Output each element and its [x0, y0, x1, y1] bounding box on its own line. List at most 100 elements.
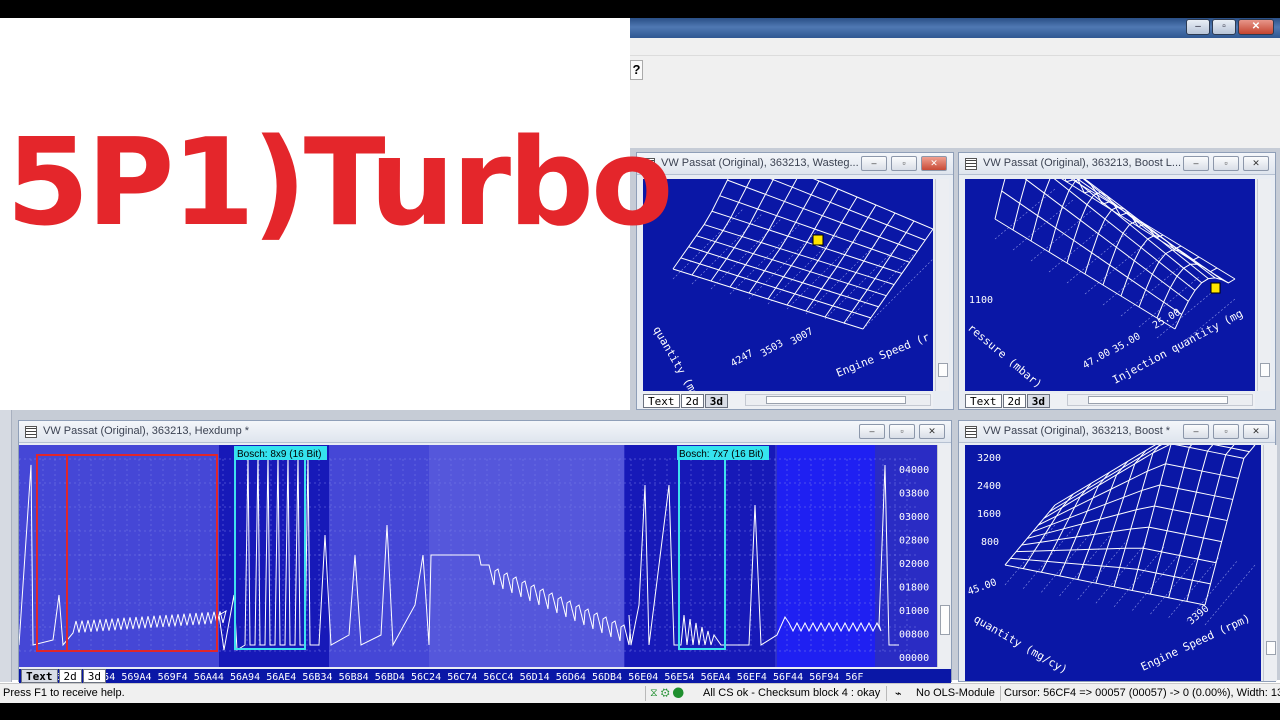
close-button[interactable]: ✕: [919, 424, 945, 439]
mesh-line: [1010, 557, 1211, 585]
axis-label-x: Engine Speed (r: [834, 330, 931, 379]
wastegate-titlebar[interactable]: VW Passat (Original), 363213, Wasteg... …: [637, 153, 953, 175]
app-close-button[interactable]: ✕: [1238, 19, 1274, 35]
boost-titlebar[interactable]: VW Passat (Original), 363213, Boost * – …: [959, 421, 1275, 443]
axis-tick: 3007: [789, 326, 815, 348]
tab-2d[interactable]: 2d: [58, 669, 82, 683]
vertical-scrollbar[interactable]: [937, 445, 951, 667]
address-label: 56E04: [628, 672, 658, 683]
vertical-scrollbar[interactable]: [935, 179, 949, 391]
hexdump-window[interactable]: VW Passat (Original), 363213, Hexdump * …: [18, 420, 952, 683]
mesh-line: [1004, 564, 1206, 606]
app-titlebar: – ▫ ✕: [630, 18, 1280, 38]
address-label: 56E54: [664, 672, 694, 683]
status-module: No OLS-Module: [916, 687, 995, 699]
axis-label-y: quantity (mg/cy): [972, 612, 1070, 676]
vertical-scrollbar[interactable]: [1263, 445, 1277, 681]
mesh-line: [770, 179, 926, 241]
close-button[interactable]: ✕: [1243, 424, 1269, 439]
y-tick-label: 01800: [899, 583, 929, 594]
restore-button[interactable]: ▫: [1213, 424, 1239, 439]
horizontal-scrollbar[interactable]: [745, 394, 931, 406]
status-bar: Press F1 to receive help. ⧖ ⚙ ⬤ All CS o…: [0, 683, 1280, 703]
address-label: 56A94: [230, 672, 260, 683]
base-gridline: [1095, 542, 1147, 604]
surface-mesh: [672, 179, 933, 330]
y-tick-label: 03800: [899, 489, 929, 500]
cursor-marker[interactable]: [812, 234, 824, 246]
address-label: 56F: [845, 672, 863, 683]
y-tick-label: 04000: [899, 465, 929, 476]
axis-label-y: ressure (mbar): [965, 321, 1044, 391]
status-cursor: Cursor: 56CF4 => 00057 (00057) -> 0 (0.0…: [1004, 687, 1280, 699]
minimize-button[interactable]: –: [1183, 156, 1209, 171]
boost-map-window[interactable]: VW Passat (Original), 363213, Boost * – …: [958, 420, 1277, 682]
base-gridline: [786, 238, 858, 310]
app-minimize-button[interactable]: –: [1186, 19, 1210, 35]
tab-2d[interactable]: 2d: [680, 394, 704, 408]
restore-button[interactable]: ▫: [891, 156, 917, 171]
z-tick: 800: [981, 537, 999, 548]
horizontal-scrollbar[interactable]: [1067, 394, 1253, 406]
hexdump-titlebar[interactable]: VW Passat (Original), 363213, Hexdump * …: [19, 421, 951, 443]
base-gridline: [1113, 546, 1165, 608]
address-label: 569A4: [121, 672, 151, 683]
boost-limit-3d-plot[interactable]: 1100 ressure (mbar) Injection quantity (…: [965, 179, 1255, 391]
tab-text[interactable]: Text: [965, 394, 1002, 408]
tab-3d[interactable]: 3d: [704, 394, 728, 408]
address-label: 56A44: [194, 672, 224, 683]
mesh-line: [1016, 547, 1217, 564]
axis-tick: 1100: [969, 295, 993, 306]
minimize-button[interactable]: –: [1183, 424, 1209, 439]
wastegate-3d-plot[interactable]: quantity (mg/cy) Engine Speed (r 4247 35…: [643, 179, 933, 391]
restore-button[interactable]: ▫: [1213, 156, 1239, 171]
status-checksum: All CS ok - Checksum block 4 : okay: [703, 687, 881, 699]
base-gridline: [1030, 210, 1092, 262]
tab-3d[interactable]: 3d: [82, 669, 106, 683]
address-label: 56F94: [809, 672, 839, 683]
video-title-overlay: 5P1)Turbo: [0, 18, 673, 410]
close-button[interactable]: ✕: [921, 156, 947, 171]
axis-tick: 4247: [729, 348, 755, 370]
mesh-line: [711, 210, 903, 274]
mesh-line: [1070, 179, 1236, 280]
mesh-line: [1001, 190, 1182, 315]
boost-3d-plot[interactable]: 3200 2400 1600 800 45.00 quantity (mg/cy…: [965, 445, 1261, 681]
close-button[interactable]: ✕: [1243, 156, 1269, 171]
address-label: 56D64: [556, 672, 586, 683]
restore-button[interactable]: ▫: [889, 424, 915, 439]
address-label: 56DB4: [592, 672, 622, 683]
axis-tick: 25.00: [1151, 307, 1183, 332]
headline: 5P1)Turbo: [6, 114, 673, 253]
boost-limit-titlebar[interactable]: VW Passat (Original), 363213, Boost L...…: [959, 153, 1275, 175]
cursor-marker[interactable]: [1210, 282, 1221, 294]
address-label: 56EA4: [701, 672, 731, 683]
mesh-line: [688, 246, 879, 308]
z-tick: 2400: [977, 481, 1001, 492]
boost-limit-map-window[interactable]: VW Passat (Original), 363213, Boost L...…: [958, 152, 1276, 410]
tab-text[interactable]: Text: [643, 394, 680, 408]
ols-module-icon: ⌁: [895, 688, 902, 700]
toolbar: ?: [630, 56, 1280, 148]
tab-2d[interactable]: 2d: [1002, 394, 1026, 408]
y-tick-label: 00000: [899, 653, 929, 664]
minimize-button[interactable]: –: [859, 424, 885, 439]
screen-bottom-edge: [0, 703, 1280, 720]
base-gridline: [805, 243, 877, 315]
mesh-line: [1054, 445, 1255, 506]
window-title: VW Passat (Original), 363213, Wasteg...: [661, 157, 859, 169]
axis-tick: 35.00: [1111, 331, 1143, 356]
checksum-ok-icon: ⧖ ⚙ ⬤: [650, 687, 684, 699]
minimize-button[interactable]: –: [861, 156, 887, 171]
address-label: 56BD4: [375, 672, 405, 683]
hexdump-2d-plot[interactable]: Bosch: 8x9 (16 Bit) Bosch: 7x7 (16 Bit) …: [19, 445, 951, 667]
axis-tick: 3503: [759, 338, 785, 360]
tab-text[interactable]: Text: [21, 669, 58, 683]
mesh-line: [1004, 504, 1056, 566]
vertical-scrollbar[interactable]: [1257, 179, 1271, 391]
tab-3d[interactable]: 3d: [1026, 394, 1050, 408]
wastegate-map-window[interactable]: VW Passat (Original), 363213, Wasteg... …: [636, 152, 954, 410]
app-restore-button[interactable]: ▫: [1212, 19, 1236, 35]
base-gridline: [862, 258, 933, 330]
help-button[interactable]: ?: [630, 60, 643, 80]
